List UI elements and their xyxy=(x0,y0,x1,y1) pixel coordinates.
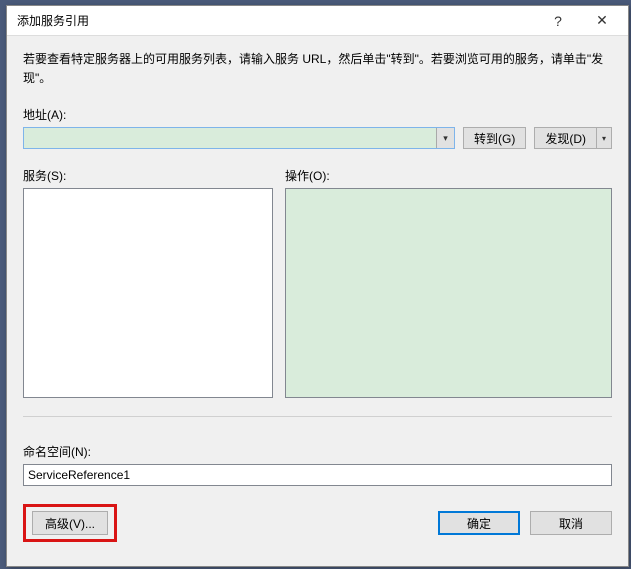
address-combobox[interactable]: ▾ xyxy=(23,127,455,149)
cancel-button[interactable]: 取消 xyxy=(530,511,612,535)
dialog-content: 若要查看特定服务器上的可用服务列表，请输入服务 URL，然后单击"转到"。若要浏… xyxy=(7,36,628,556)
titlebar: 添加服务引用 ? ✕ xyxy=(7,6,628,36)
namespace-input[interactable] xyxy=(23,464,612,486)
discover-button[interactable]: 发现(D) xyxy=(534,127,596,149)
address-label: 地址(A): xyxy=(23,106,612,123)
go-button[interactable]: 转到(G) xyxy=(463,127,526,149)
dialog-window: 添加服务引用 ? ✕ 若要查看特定服务器上的可用服务列表，请输入服务 URL，然… xyxy=(6,5,629,567)
chevron-down-icon[interactable]: ▾ xyxy=(436,128,454,148)
window-title: 添加服务引用 xyxy=(17,12,536,29)
address-row: ▾ 转到(G) 发现(D) ▾ xyxy=(23,127,612,149)
ok-button[interactable]: 确定 xyxy=(438,511,520,535)
description-text: 若要查看特定服务器上的可用服务列表，请输入服务 URL，然后单击"转到"。若要浏… xyxy=(23,50,612,88)
discover-split-button: 发现(D) ▾ xyxy=(534,127,612,149)
help-button[interactable]: ? xyxy=(536,7,580,35)
advanced-button[interactable]: 高级(V)... xyxy=(32,511,108,535)
services-column: 服务(S): xyxy=(23,167,273,398)
operations-column: 操作(O): xyxy=(285,167,612,398)
bottom-button-row: 高级(V)... 确定 取消 xyxy=(23,504,612,542)
namespace-label: 命名空间(N): xyxy=(23,443,612,460)
window-buttons: ? ✕ xyxy=(536,7,624,35)
operations-label: 操作(O): xyxy=(285,167,612,184)
services-label: 服务(S): xyxy=(23,167,273,184)
advanced-highlight-box: 高级(V)... xyxy=(23,504,117,542)
operations-listbox[interactable] xyxy=(285,188,612,398)
lists-row: 服务(S): 操作(O): xyxy=(23,167,612,398)
services-listbox[interactable] xyxy=(23,188,273,398)
close-button[interactable]: ✕ xyxy=(580,7,624,35)
discover-dropdown-icon[interactable]: ▾ xyxy=(596,127,612,149)
address-input[interactable] xyxy=(24,128,436,148)
separator-line xyxy=(23,416,612,417)
